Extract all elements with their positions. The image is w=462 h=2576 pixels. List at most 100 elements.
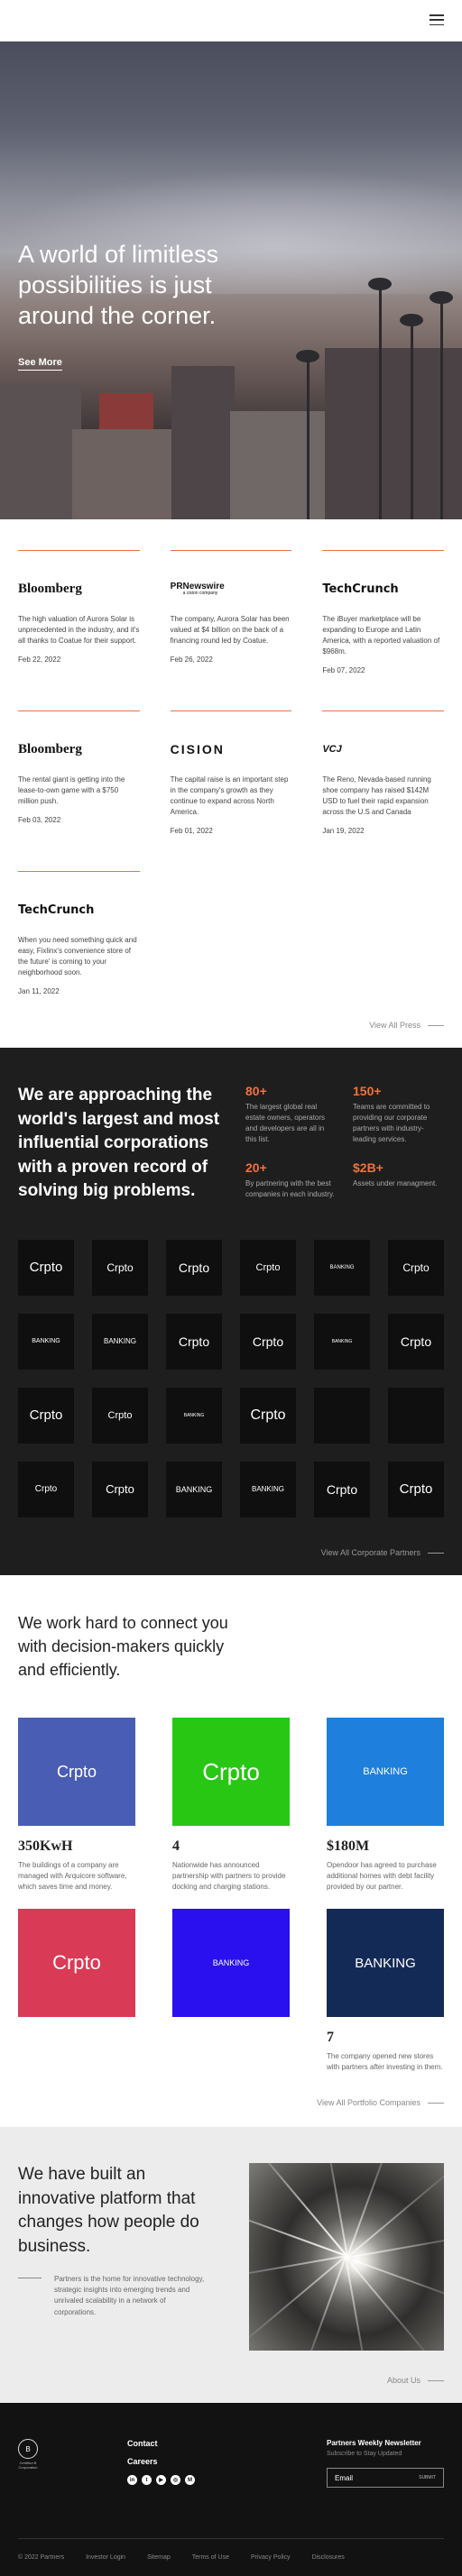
sitemap-link[interactable]: Sitemap: [147, 2554, 171, 2561]
stat: 20+ By partnering with the best companies…: [245, 1160, 335, 1199]
about-us-link[interactable]: About Us: [18, 2376, 444, 2385]
partner-tile[interactable]: BANKING: [18, 1313, 74, 1370]
press-item[interactable]: TechCrunch The iBuyer marketplace will b…: [322, 550, 444, 674]
copyright: © 2022 Partners: [18, 2554, 65, 2562]
portfolio-logo[interactable]: BANKING: [172, 1909, 290, 2018]
portfolio-value: 7: [327, 2030, 334, 2046]
press-section: Bloomberg The high valuation of Aurora S…: [0, 519, 462, 1048]
partner-tile[interactable]: Crpto: [388, 1239, 444, 1296]
portfolio-logo[interactable]: Crpto: [18, 1909, 135, 2018]
view-all-portfolio-link[interactable]: View All Portfolio Companies: [18, 2098, 444, 2107]
footer-bottom: © 2022 Partners Investor Login Sitemap T…: [18, 2538, 444, 2576]
partner-tile[interactable]: Crpto: [18, 1239, 74, 1296]
press-grid: Bloomberg The high valuation of Aurora S…: [18, 550, 444, 995]
press-text: The company, Aurora Solar has been value…: [170, 615, 290, 645]
partner-tile[interactable]: Crpto: [92, 1239, 148, 1296]
portfolio-logo[interactable]: Crpto: [18, 1718, 135, 1827]
press-text: The high valuation of Aurora Solar is un…: [18, 615, 140, 645]
linkedin-icon[interactable]: in: [127, 2475, 137, 2486]
partner-tile[interactable]: Crpto: [92, 1461, 148, 1517]
partner-tile[interactable]: Crpto: [240, 1239, 296, 1296]
partner-tile[interactable]: BANKING: [166, 1387, 222, 1444]
email-field[interactable]: Email: [335, 2474, 353, 2482]
disclosures-link[interactable]: Disclosures: [312, 2554, 345, 2561]
hero-headline: A world of limitless possibilities is ju…: [18, 241, 219, 329]
bloomberg-logo: Bloomberg: [18, 741, 82, 756]
view-all-corporate-link[interactable]: View All Corporate Partners: [18, 1548, 444, 1557]
press-date: Jan 11, 2022: [18, 987, 60, 995]
submit-button[interactable]: SUBMIT: [419, 2475, 436, 2480]
investor-login-link[interactable]: Investor Login: [86, 2554, 125, 2561]
arrow-line-icon: [428, 1025, 444, 1027]
platform-headline: We have built an innovative platform tha…: [18, 2165, 199, 2257]
medium-icon[interactable]: M: [185, 2475, 195, 2486]
arrow-line-icon: [428, 2380, 444, 2382]
youtube-icon[interactable]: ▶: [156, 2475, 166, 2486]
stats: 80+ The largest global real estate owners…: [245, 1084, 444, 1204]
tunnel-image: [249, 2163, 444, 2351]
see-more-link[interactable]: See More: [18, 357, 62, 371]
press-item[interactable]: VCJ The Reno, Nevada-based running shoe …: [322, 710, 444, 835]
view-all-press-link[interactable]: View All Press: [18, 1021, 444, 1030]
stat: $2B+ Assets under managment.: [353, 1160, 438, 1188]
partner-tile[interactable]: Crpto: [388, 1461, 444, 1517]
partner-tile[interactable]: [388, 1387, 444, 1444]
privacy-link[interactable]: Privacy Policy: [251, 2554, 291, 2561]
vcj-logo: VCJ: [322, 744, 342, 755]
footer-careers-link[interactable]: Careers: [127, 2457, 241, 2466]
portfolio-card: BANKING $180M Opendoor has agreed to purch…: [327, 1718, 444, 1893]
portfolio-description: Opendoor has agreed to purchase addition…: [327, 1861, 437, 1892]
corporate-headline: We are approaching the world's largest a…: [18, 1086, 220, 1201]
partner-tile[interactable]: Crpto: [240, 1387, 296, 1444]
partner-tile[interactable]: Crpto: [166, 1239, 222, 1296]
partner-tile[interactable]: Crpto: [240, 1313, 296, 1370]
partner-tile[interactable]: Crpto: [18, 1387, 74, 1444]
partner-tile[interactable]: BANKING: [240, 1461, 296, 1517]
press-date: Feb 26, 2022: [170, 655, 213, 664]
partner-tile[interactable]: Crpto: [92, 1387, 148, 1444]
press-item[interactable]: PRNewswire a cision company The company, …: [170, 550, 292, 674]
bloomberg-logo: Bloomberg: [18, 581, 82, 596]
social-icons: in t ▶ ◎ M: [127, 2475, 241, 2486]
partner-tile[interactable]: BANKING: [166, 1461, 222, 1517]
portfolio-card: Crpto: [18, 1909, 135, 2073]
partner-tile[interactable]: BANKING: [314, 1239, 370, 1296]
press-text: The Reno, Nevada-based running shoe comp…: [322, 775, 431, 816]
newsletter-title: Partners Weekly Newsletter: [327, 2439, 421, 2448]
portfolio-value: 350KwH: [18, 1838, 73, 1855]
partner-tile[interactable]: [314, 1387, 370, 1444]
partner-tile[interactable]: Crpto: [18, 1461, 74, 1517]
portfolio-description: Nationwide has announced partnership wit…: [172, 1861, 286, 1892]
techcrunch-logo: TechCrunch: [322, 582, 399, 596]
prnewswire-logo: PRNewswire a cision company: [170, 581, 225, 596]
instagram-icon[interactable]: ◎: [171, 2475, 180, 2486]
arrow-line-icon: [428, 2103, 444, 2104]
press-item[interactable]: TechCrunch When you need something quick…: [18, 871, 140, 995]
partner-tile[interactable]: Crpto: [166, 1313, 222, 1370]
menu-icon[interactable]: [430, 14, 444, 25]
press-item[interactable]: Bloomberg The high valuation of Aurora S…: [18, 550, 140, 674]
portfolio-logo[interactable]: Crpto: [172, 1718, 290, 1827]
partner-tile[interactable]: BANKING: [92, 1313, 148, 1370]
portfolio-value: $180M: [327, 1838, 370, 1855]
partner-tiles: Crpto Crpto Crpto Crpto BANKING Crpto BANKING B…: [18, 1239, 444, 1517]
partner-tile[interactable]: Crpto: [388, 1313, 444, 1370]
partner-tile[interactable]: Crpto: [314, 1461, 370, 1517]
newsletter-subtitle: Subscribe to Stay Updated: [327, 2451, 402, 2458]
press-date: Feb 01, 2022: [170, 827, 213, 835]
press-item[interactable]: Bloomberg The rental giant is getting in…: [18, 710, 140, 835]
platform-section: We have built an innovative platform tha…: [0, 2127, 462, 2404]
portfolio-card: Crpto 4 Nationwide has announced partnersh…: [172, 1718, 290, 1893]
stat: 150+ Teams are committed to providing our…: [353, 1084, 430, 1143]
top-nav: [0, 0, 462, 41]
portfolio-logo[interactable]: BANKING: [327, 1718, 444, 1827]
portfolio-logo[interactable]: BANKING: [327, 1909, 444, 2018]
press-item[interactable]: CISION The capital raise is an important…: [170, 710, 292, 835]
bcorp-caption: Certified B Corporation: [18, 2461, 38, 2471]
terms-link[interactable]: Terms of Use: [192, 2554, 229, 2561]
footer-contact-link[interactable]: Contact: [127, 2439, 241, 2448]
twitter-icon[interactable]: t: [142, 2475, 152, 2486]
partner-tile[interactable]: BANKING: [314, 1313, 370, 1370]
press-date: Feb 22, 2022: [18, 655, 61, 664]
hero: A world of limitless possibilities is ju…: [0, 41, 462, 519]
